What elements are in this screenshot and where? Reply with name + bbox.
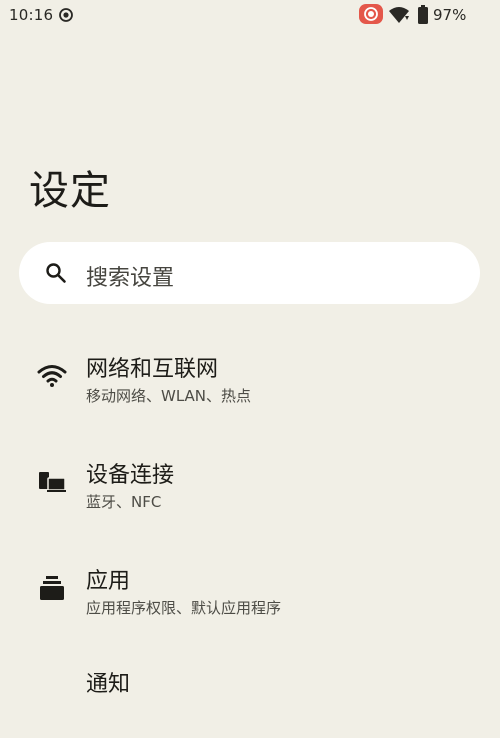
settings-item-network[interactable]: 网络和互联网 移动网络、WLAN、热点 xyxy=(0,330,500,420)
page-title: 设定 xyxy=(29,168,111,214)
search-placeholder: 搜索设置 xyxy=(86,266,175,291)
settings-item-title: 设备连接 xyxy=(86,463,175,488)
wifi-icon xyxy=(389,7,409,23)
battery-level: 97% xyxy=(433,6,467,24)
sync-icon xyxy=(59,8,73,22)
settings-item-title: 应用 xyxy=(86,569,131,594)
settings-item-subtitle: 移动网络、WLAN、热点 xyxy=(86,387,252,405)
settings-item-title: 通知 xyxy=(86,672,131,697)
status-time: 10:16 xyxy=(9,6,54,24)
settings-item-subtitle: 应用程序权限、默认应用程序 xyxy=(86,599,282,617)
settings-item-devices[interactable]: 设备连接 蓝牙、NFC xyxy=(0,436,500,526)
settings-item-title: 网络和互联网 xyxy=(86,357,219,382)
settings-item-subtitle: 蓝牙、NFC xyxy=(86,493,162,511)
apps-icon xyxy=(40,576,64,600)
search-icon xyxy=(46,263,66,283)
settings-item-apps[interactable]: 应用 应用程序权限、默认应用程序 xyxy=(0,542,500,632)
wifi-icon xyxy=(37,365,67,387)
search-bar[interactable]: 搜索设置 xyxy=(19,242,480,304)
status-bar: 10:16 97% xyxy=(0,0,500,30)
battery-icon xyxy=(418,5,428,24)
screen-record-icon xyxy=(359,4,383,24)
settings-item-notifications[interactable]: 通知 xyxy=(0,648,500,738)
devices-icon xyxy=(39,472,66,492)
